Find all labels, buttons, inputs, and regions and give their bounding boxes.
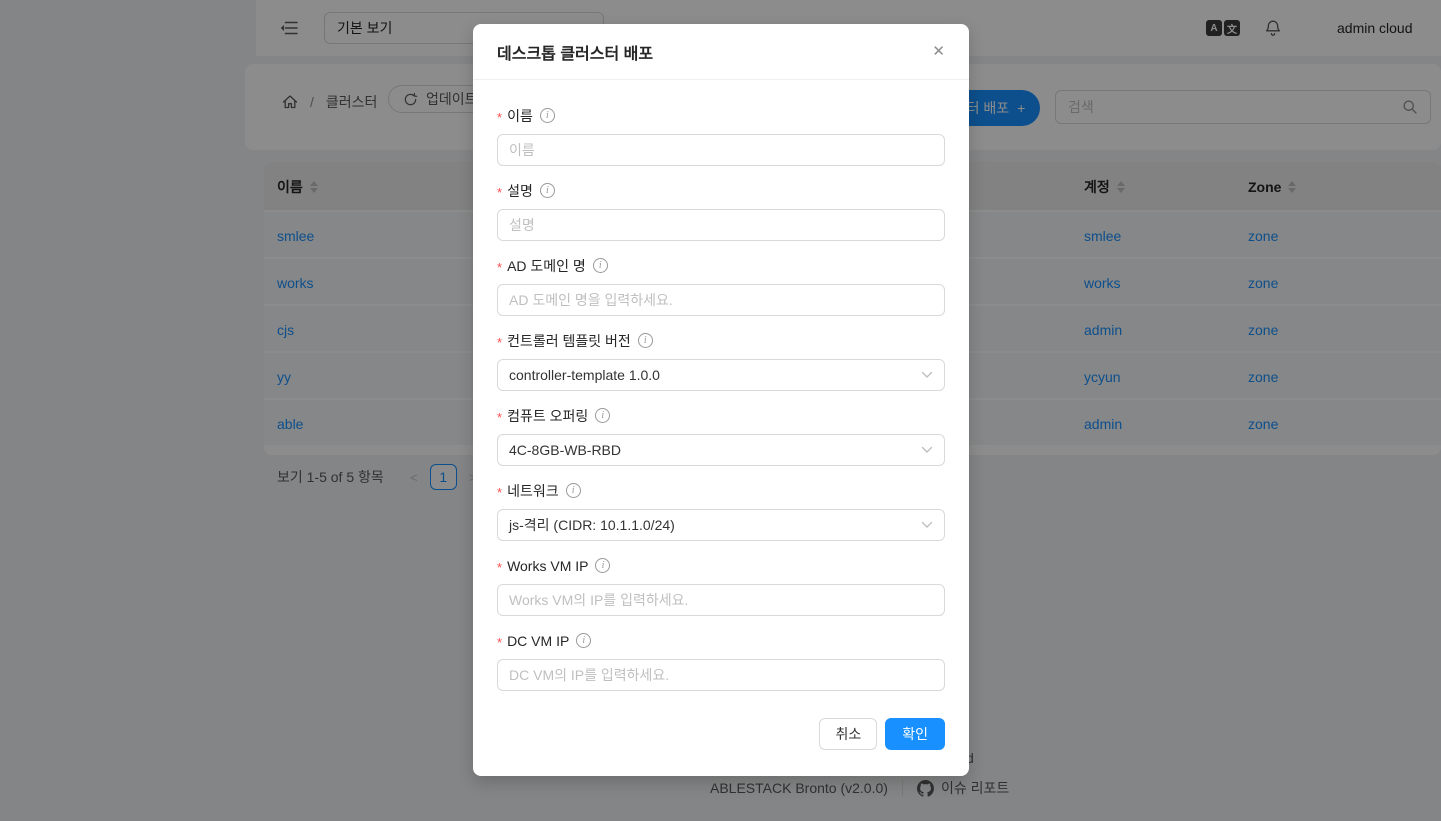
field-compute-offering: * 컴퓨트 오퍼링 i 4C-8GB-WB-RBD [497,405,945,466]
ad-domain-input[interactable] [497,284,945,316]
confirm-button[interactable]: 확인 [885,718,945,750]
select-value: controller-template 1.0.0 [509,367,660,383]
controller-template-select[interactable]: controller-template 1.0.0 [497,359,945,391]
field-label: * Works VM IP i [497,555,945,576]
field-label-text: AD 도메인 명 [507,256,586,276]
modal-footer: 취소 확인 [819,718,945,750]
compute-offering-select[interactable]: 4C-8GB-WB-RBD [497,434,945,466]
required-asterisk: * [497,410,502,425]
app-window: 기본 보기 A 文 admin cloud / 클러스터 업데이트 [0,0,1441,821]
field-controller-template: * 컨트롤러 템플릿 버전 i controller-template 1.0.… [497,330,945,391]
field-label: * 설명 i [497,180,945,201]
field-label-text: Works VM IP [507,558,588,574]
info-circle-icon[interactable]: i [540,108,555,123]
field-name: * 이름 i [497,105,945,166]
info-circle-icon[interactable]: i [595,408,610,423]
info-circle-icon[interactable]: i [595,558,610,573]
required-asterisk: * [497,635,502,650]
required-asterisk: * [497,485,502,500]
close-icon[interactable]: ✕ [932,44,945,59]
field-dc-vm-ip: * DC VM IP i [497,630,945,691]
field-label: * 이름 i [497,105,945,126]
required-asterisk: * [497,260,502,275]
required-asterisk: * [497,110,502,125]
modal-title: 데스크톱 클러스터 배포 [497,40,653,64]
required-asterisk: * [497,335,502,350]
deploy-cluster-modal: 데스크톱 클러스터 배포 ✕ * 이름 i * 설명 i [473,24,969,776]
works-vm-ip-input[interactable] [497,584,945,616]
field-label-text: 이름 [507,106,533,126]
field-label-text: DC VM IP [507,633,569,649]
field-label: * AD 도메인 명 i [497,255,945,276]
select-value: js-격리 (CIDR: 10.1.1.0/24) [509,515,675,535]
info-circle-icon[interactable]: i [638,333,653,348]
field-works-vm-ip: * Works VM IP i [497,555,945,616]
info-circle-icon[interactable]: i [593,258,608,273]
chevron-down-icon [921,446,933,454]
field-label: * 네트워크 i [497,480,945,501]
info-circle-icon[interactable]: i [540,183,555,198]
field-network: * 네트워크 i js-격리 (CIDR: 10.1.1.0/24) [497,480,945,541]
cancel-button[interactable]: 취소 [819,718,877,750]
field-description: * 설명 i [497,180,945,241]
field-label-text: 컨트롤러 템플릿 버전 [507,331,631,351]
required-asterisk: * [497,560,502,575]
field-label-text: 컴퓨트 오퍼링 [507,406,588,426]
chevron-down-icon [921,371,933,379]
required-asterisk: * [497,185,502,200]
modal-header: 데스크톱 클러스터 배포 ✕ [473,24,969,80]
dc-vm-ip-input[interactable] [497,659,945,691]
field-label-text: 네트워크 [507,481,559,501]
select-value: 4C-8GB-WB-RBD [509,442,621,458]
field-label: * 컨트롤러 템플릿 버전 i [497,330,945,351]
field-label-text: 설명 [507,181,533,201]
modal-body: * 이름 i * 설명 i * AD 도메인 명 i [473,80,969,691]
field-label: * DC VM IP i [497,630,945,651]
field-label: * 컴퓨트 오퍼링 i [497,405,945,426]
network-select[interactable]: js-격리 (CIDR: 10.1.1.0/24) [497,509,945,541]
info-circle-icon[interactable]: i [576,633,591,648]
name-input[interactable] [497,134,945,166]
description-input[interactable] [497,209,945,241]
info-circle-icon[interactable]: i [566,483,581,498]
chevron-down-icon [921,521,933,529]
field-ad-domain: * AD 도메인 명 i [497,255,945,316]
